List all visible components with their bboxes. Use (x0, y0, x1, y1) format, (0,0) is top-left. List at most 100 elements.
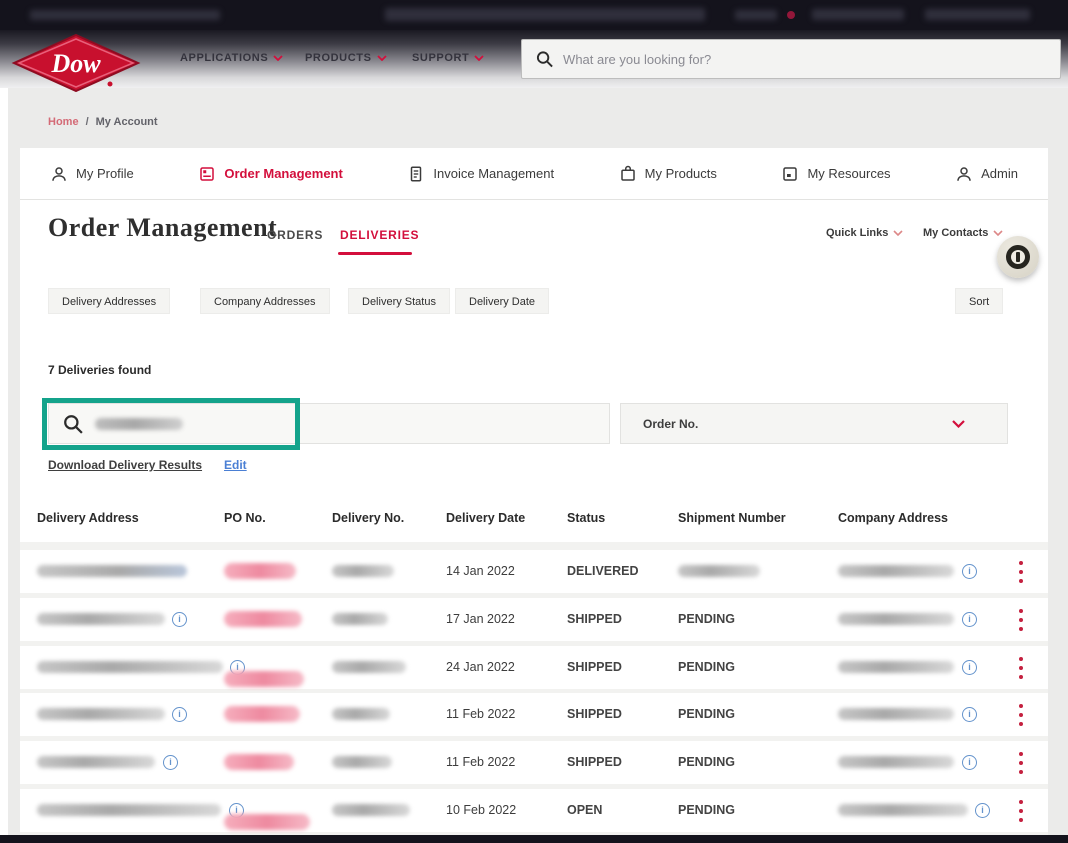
filter-company-addresses[interactable]: Company Addresses (200, 288, 330, 314)
chevron-down-icon (893, 230, 903, 236)
breadcrumb-home-link[interactable]: Home (48, 116, 79, 128)
info-icon[interactable]: i (962, 660, 977, 675)
redacted-po-no (224, 671, 304, 687)
col-header-delivery-address: Delivery Address (37, 511, 139, 525)
sort-button[interactable]: Sort (955, 288, 1003, 314)
feedback-info-button[interactable] (997, 236, 1039, 278)
page-root: Dow APPLICATIONS PRODUCTS SUPPORT Home /… (0, 0, 1068, 843)
dow-logo[interactable]: Dow (10, 34, 142, 92)
col-header-shipment-number: Shipment Number (678, 511, 786, 525)
info-icon[interactable]: i (975, 803, 990, 818)
redacted-company-address (838, 565, 954, 577)
redacted-delivery-no (332, 804, 410, 816)
results-count: 7 Deliveries found (48, 363, 151, 377)
edit-link[interactable]: Edit (224, 458, 247, 472)
order-management-panel: Order Management ORDERS DELIVERIES Quick… (20, 200, 1048, 835)
tab-my-resources-label: My Resources (807, 166, 890, 181)
table-row: i 10 Feb 2022 OPEN PENDING i (20, 789, 1048, 832)
info-icon[interactable]: i (962, 564, 977, 579)
shipment-number: PENDING (678, 598, 735, 641)
tab-admin[interactable]: Admin (955, 165, 1018, 183)
row-menu-icon[interactable] (1014, 609, 1028, 631)
dow-logo-text: Dow (50, 49, 101, 78)
active-tab-underline (338, 252, 412, 255)
redacted-company-address (838, 804, 968, 816)
account-nav: My Profile Order Management Invoice Mana… (20, 148, 1048, 200)
tab-invoice-management[interactable]: Invoice Management (407, 165, 554, 183)
nav-applications[interactable]: APPLICATIONS (180, 52, 283, 64)
main-header: Dow APPLICATIONS PRODUCTS SUPPORT (0, 30, 1068, 88)
redacted-company-address (838, 661, 954, 673)
shipment-number: PENDING (678, 789, 735, 832)
shipment-number: PENDING (678, 741, 735, 784)
tab-order-management[interactable]: Order Management (198, 165, 342, 183)
chevron-down-icon (993, 230, 1003, 236)
download-delivery-results-link[interactable]: Download Delivery Results (48, 458, 202, 472)
table-row: i 11 Feb 2022 SHIPPED PENDING i (20, 693, 1048, 736)
tab-my-products[interactable]: My Products (619, 165, 717, 183)
breadcrumb: Home / My Account (48, 116, 158, 128)
status: SHIPPED (567, 693, 622, 736)
tab-deliveries[interactable]: DELIVERIES (340, 228, 419, 242)
row-menu-icon[interactable] (1014, 752, 1028, 774)
redacted-delivery-address (37, 804, 221, 816)
nav-support[interactable]: SUPPORT (412, 52, 484, 64)
nav-products[interactable]: PRODUCTS (305, 52, 387, 64)
row-menu-icon[interactable] (1014, 657, 1028, 679)
col-header-delivery-no: Delivery No. (332, 511, 404, 525)
top-utility-bar (0, 0, 1068, 30)
redacted-delivery-no (332, 708, 390, 720)
redacted-delivery-no (332, 613, 388, 625)
page-left-margin (0, 88, 8, 835)
info-icon (1006, 245, 1030, 269)
col-header-company-address: Company Address (838, 511, 948, 525)
nav-support-label: SUPPORT (412, 52, 469, 64)
tab-orders[interactable]: ORDERS (267, 228, 323, 242)
bottom-bar (0, 835, 1068, 843)
delivery-date: 11 Feb 2022 (446, 693, 515, 736)
info-icon[interactable]: i (172, 707, 187, 722)
delivery-date: 24 Jan 2022 (446, 646, 515, 689)
col-header-status: Status (567, 511, 605, 525)
tab-admin-label: Admin (981, 166, 1018, 181)
redacted-topbar-item (735, 10, 777, 20)
redacted-po-no (224, 563, 296, 579)
delivery-date: 10 Feb 2022 (446, 789, 516, 832)
redacted-po-no (224, 706, 300, 722)
order-no-dropdown-label: Order No. (643, 417, 698, 431)
info-icon[interactable]: i (962, 612, 977, 627)
search-icon (536, 50, 553, 68)
info-icon[interactable]: i (172, 612, 187, 627)
order-no-dropdown[interactable]: Order No. (620, 403, 1008, 444)
tab-my-resources[interactable]: My Resources (781, 165, 890, 183)
tab-my-profile[interactable]: My Profile (50, 165, 134, 183)
filter-delivery-status[interactable]: Delivery Status (348, 288, 450, 314)
site-search-input[interactable] (563, 52, 1046, 67)
tab-invoice-management-label: Invoice Management (433, 166, 554, 181)
delivery-date: 17 Jan 2022 (446, 598, 515, 641)
col-header-po-no: PO No. (224, 511, 266, 525)
my-contacts-dropdown[interactable]: My Contacts (923, 227, 1003, 239)
table-row: i 24 Jan 2022 SHIPPED PENDING i (20, 646, 1048, 689)
status: SHIPPED (567, 598, 622, 641)
invoice-icon (407, 165, 425, 183)
redacted-company-address (838, 756, 954, 768)
delivery-date: 11 Feb 2022 (446, 741, 515, 784)
order-management-icon (198, 165, 216, 183)
redacted-company-address (838, 708, 954, 720)
info-icon[interactable]: i (163, 755, 178, 770)
row-menu-icon[interactable] (1014, 704, 1028, 726)
redacted-delivery-address (37, 756, 155, 768)
filter-delivery-date[interactable]: Delivery Date (455, 288, 549, 314)
filter-delivery-addresses[interactable]: Delivery Addresses (48, 288, 170, 314)
tab-order-management-label: Order Management (224, 166, 342, 181)
info-icon[interactable]: i (962, 755, 977, 770)
row-menu-icon[interactable] (1014, 561, 1028, 583)
row-menu-icon[interactable] (1014, 800, 1028, 822)
admin-icon (955, 165, 973, 183)
info-icon[interactable]: i (962, 707, 977, 722)
redacted-topbar-item (385, 8, 705, 21)
my-contacts-label: My Contacts (923, 227, 988, 239)
redacted-delivery-no (332, 565, 394, 577)
quick-links-dropdown[interactable]: Quick Links (826, 227, 903, 239)
